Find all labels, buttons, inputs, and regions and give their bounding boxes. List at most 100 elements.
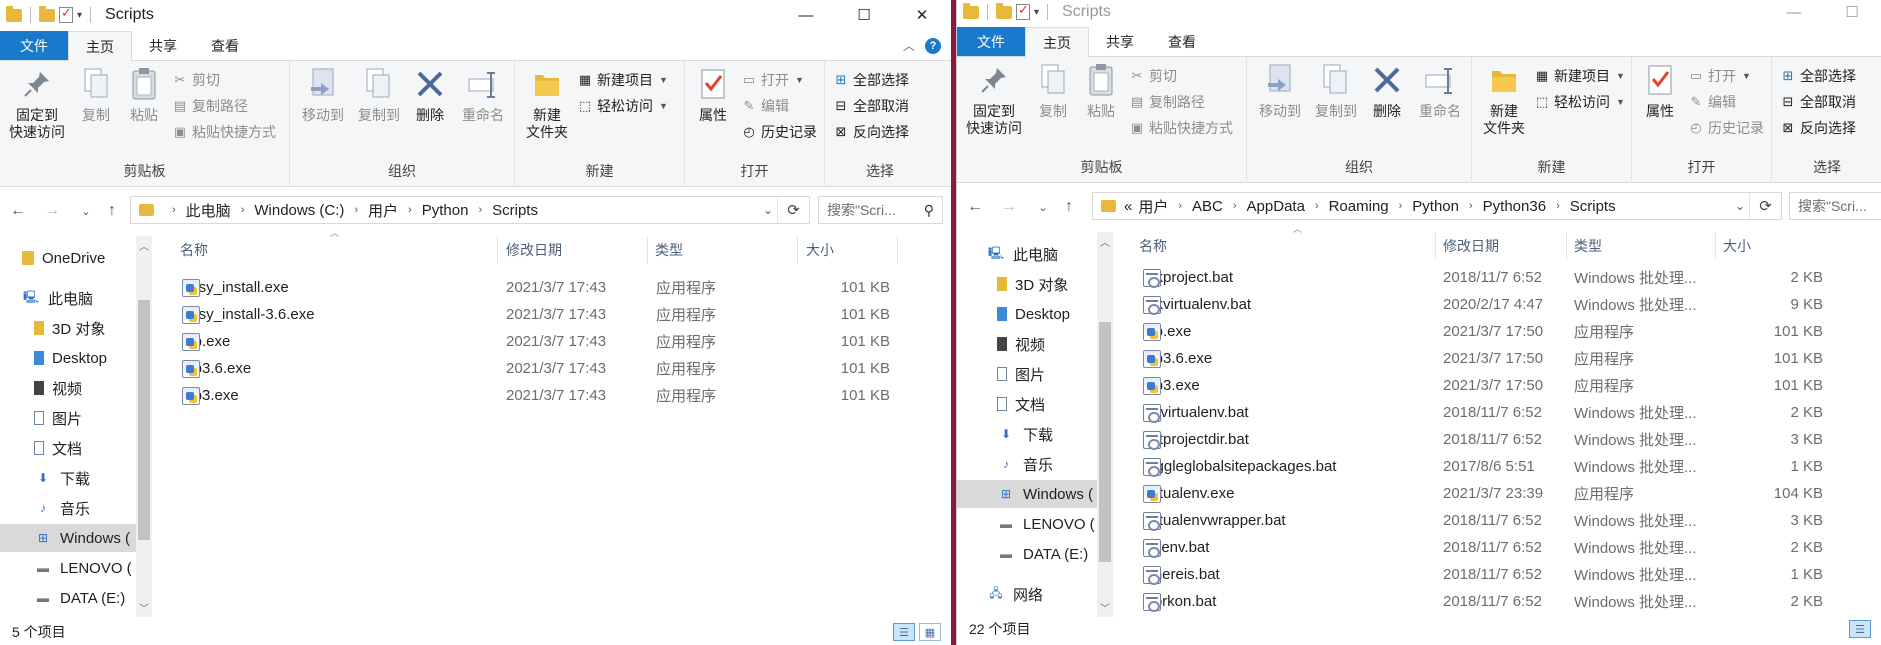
nav-pane-scrollbar[interactable]: ︿ ﹀ [1097, 232, 1113, 617]
breadcrumb-item[interactable]: Roaming [1329, 198, 1389, 215]
maximize-button[interactable]: ☐ [1823, 0, 1881, 24]
file-row[interactable]: whereis.bat 2018/11/7 6:52 Windows 批处理... 1… [1143, 561, 1873, 588]
search-box[interactable]: 搜索"Scri... [1789, 192, 1881, 220]
address-bar[interactable]: « 用户 › ABC › AppData › Roaming › Python … [1092, 192, 1782, 220]
column-header-size[interactable]: 大小 [1723, 236, 1751, 256]
history-button[interactable]: ◴ 历史记录 [1688, 117, 1764, 139]
nav-item-data-e[interactable]: ▬ DATA (E:) [997, 540, 1097, 568]
up-arrow-icon[interactable]: ↑ [100, 202, 124, 220]
folder-icon[interactable] [6, 5, 22, 22]
details-view-icon[interactable]: ☰ [1849, 620, 1871, 638]
rename-button[interactable]: 重命名 [456, 67, 510, 124]
edit-button[interactable]: ✎ 编辑 [741, 95, 789, 117]
column-header-date[interactable]: 修改日期 [506, 240, 562, 260]
column-separator[interactable] [1566, 232, 1567, 260]
select-all-button[interactable]: ⊞ 全部选择 [833, 69, 909, 91]
nav-item-lenovo-d[interactable]: ▬ LENOVO ( [34, 554, 140, 582]
scrollbar-thumb[interactable] [1099, 322, 1111, 562]
properties-icon[interactable] [1016, 2, 1030, 20]
column-header-date[interactable]: 修改日期 [1443, 236, 1499, 256]
refresh-icon[interactable]: ⟳ [777, 197, 809, 223]
nav-item-lenovo-d[interactable]: ▬ LENOVO ( [997, 510, 1097, 538]
back-arrow-icon[interactable]: ← [963, 198, 987, 216]
nav-item-music[interactable]: ♪ 音乐 [34, 494, 140, 522]
pin-quick-access-button[interactable]: 固定到 快速访问 [6, 67, 68, 141]
tab-home[interactable]: 主页 [1025, 27, 1089, 57]
file-row[interactable]: pip3.exe 2021/3/7 17:43 应用程序 101 KB [182, 382, 942, 409]
new-folder-button[interactable]: 新建 文件夹 [521, 67, 573, 141]
open-button[interactable]: ▭ 打开 ▼ [1688, 65, 1751, 87]
file-row[interactable]: mkproject.bat 2018/11/7 6:52 Windows 批处理..… [1143, 264, 1873, 291]
maximize-button[interactable]: ☐ [835, 0, 893, 30]
scroll-down-icon[interactable]: ﹀ [1097, 600, 1113, 615]
nav-item-this-pc[interactable]: 🖳 此电脑 [987, 240, 1097, 268]
breadcrumb-item[interactable]: 此电脑 [186, 200, 231, 221]
scroll-up-icon[interactable]: ︿ [136, 238, 152, 253]
back-arrow-icon[interactable]: ← [6, 202, 30, 220]
delete-button[interactable]: 删除 [408, 67, 452, 124]
recent-locations-icon[interactable]: ⌄ [1031, 201, 1055, 214]
nav-item-documents[interactable]: 文档 [34, 434, 140, 462]
minimize-button[interactable]: — [1765, 0, 1823, 24]
column-header-size[interactable]: 大小 [806, 240, 834, 260]
scrollbar-thumb[interactable] [138, 300, 150, 540]
nav-item-downloads[interactable]: ⬇ 下载 [997, 420, 1097, 448]
file-row[interactable]: vwenv.bat 2018/11/7 6:52 Windows 批处理... 2 K… [1143, 534, 1873, 561]
file-row[interactable]: virtualenv.exe 2021/3/7 23:39 应用程序 104 KB [1143, 480, 1873, 507]
tab-view[interactable]: 查看 [1151, 27, 1213, 56]
paste-shortcut-button[interactable]: ▣ 粘贴快捷方式 [1129, 117, 1233, 139]
breadcrumb-item[interactable]: ABC [1192, 198, 1223, 215]
paste-shortcut-button[interactable]: ▣ 粘贴快捷方式 [172, 121, 276, 143]
open-button[interactable]: ▭ 打开 ▼ [741, 69, 804, 91]
breadcrumb-item[interactable]: Scripts [492, 202, 538, 219]
copy-button[interactable]: 复制 [74, 67, 118, 124]
breadcrumb-overflow[interactable]: « [1124, 198, 1132, 215]
minimize-button[interactable]: — [777, 0, 835, 30]
customize-dropdown-icon[interactable]: ▾ [1034, 7, 1039, 18]
large-icons-view-icon[interactable]: ▦ [919, 623, 941, 641]
rename-button[interactable]: 重命名 [1413, 63, 1467, 120]
copy-path-button[interactable]: ▤ 复制路径 [1129, 91, 1205, 113]
breadcrumb-item[interactable]: Windows (C:) [254, 202, 344, 219]
new-item-button[interactable]: ▦ 新建项目 ▼ [577, 69, 668, 91]
breadcrumb-item[interactable]: Scripts [1570, 198, 1616, 215]
details-view-icon[interactable]: ☰ [893, 623, 915, 641]
file-row[interactable]: pip3.6.exe 2021/3/7 17:50 应用程序 101 KB [1143, 345, 1873, 372]
tab-share[interactable]: 共享 [1089, 27, 1151, 56]
column-separator[interactable] [1715, 232, 1716, 260]
breadcrumb-item[interactable]: Python [422, 202, 469, 219]
file-row[interactable]: workon.bat 2018/11/7 6:52 Windows 批处理... 2 … [1143, 588, 1873, 615]
select-all-button[interactable]: ⊞ 全部选择 [1780, 65, 1856, 87]
column-header-type[interactable]: 类型 [655, 240, 683, 260]
cut-button[interactable]: ✂ 剪切 [172, 69, 220, 91]
nav-item-network[interactable]: 🖧 网络 [987, 580, 1097, 608]
nav-item-windows-c[interactable]: ⊞ Windows ( [957, 480, 1097, 508]
address-dropdown-icon[interactable]: ⌄ [763, 203, 773, 217]
nav-item-onedrive[interactable]: OneDrive [22, 244, 140, 272]
help-icon[interactable]: ? [925, 37, 941, 54]
tab-home[interactable]: 主页 [68, 31, 132, 61]
select-none-button[interactable]: ⊟ 全部取消 [833, 95, 909, 117]
column-separator[interactable] [797, 236, 798, 264]
address-bar[interactable]: › 此电脑 › Windows (C:) › 用户 › Python › Scr… [130, 196, 810, 224]
nav-item-music[interactable]: ♪ 音乐 [997, 450, 1097, 478]
column-header-name[interactable]: 名称 [1139, 236, 1167, 256]
nav-item-3d-objects[interactable]: 3D 对象 [34, 314, 140, 342]
file-row[interactable]: setprojectdir.bat 2018/11/7 6:52 Windows 批… [1143, 426, 1873, 453]
scroll-down-icon[interactable]: ﹀ [136, 600, 152, 615]
paste-button[interactable]: 粘贴 [122, 67, 166, 124]
nav-item-desktop[interactable]: Desktop [997, 300, 1097, 328]
column-separator[interactable] [1435, 232, 1436, 260]
file-row[interactable]: mkvirtualenv.bat 2020/2/17 4:47 Windows 批处… [1143, 291, 1873, 318]
file-row[interactable]: pip3.exe 2021/3/7 17:50 应用程序 101 KB [1143, 372, 1873, 399]
properties-button[interactable]: 属性 [691, 67, 735, 124]
invert-selection-button[interactable]: ⊠ 反向选择 [833, 121, 909, 143]
address-dropdown-icon[interactable]: ⌄ [1735, 199, 1745, 213]
file-row[interactable]: pip.exe 2021/3/7 17:43 应用程序 101 KB [182, 328, 942, 355]
move-to-button[interactable]: 移动到 [1255, 63, 1305, 120]
copy-path-button[interactable]: ▤ 复制路径 [172, 95, 248, 117]
forward-arrow-icon[interactable]: → [997, 198, 1021, 216]
cut-button[interactable]: ✂ 剪切 [1129, 65, 1177, 87]
move-to-button[interactable]: 移动到 [298, 67, 348, 124]
file-row[interactable]: pip.exe 2021/3/7 17:50 应用程序 101 KB [1143, 318, 1873, 345]
